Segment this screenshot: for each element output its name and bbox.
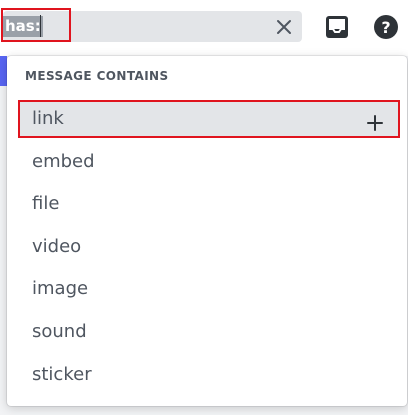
channel-accent-bar <box>0 56 7 86</box>
option-label: sticker <box>32 364 92 385</box>
option-embed[interactable]: embed <box>18 143 400 181</box>
popout-header: MESSAGE CONTAINS <box>25 69 169 83</box>
plus-icon[interactable] <box>366 110 384 131</box>
option-video[interactable]: video <box>18 228 400 266</box>
option-label: sound <box>32 321 87 342</box>
help-icon[interactable]: ? <box>372 13 400 41</box>
option-link[interactable]: link <box>18 100 400 138</box>
option-sticker[interactable]: sticker <box>18 356 400 394</box>
option-label: file <box>32 193 60 214</box>
option-label: embed <box>32 151 95 172</box>
option-image[interactable]: image <box>18 270 400 308</box>
close-icon[interactable] <box>273 16 295 38</box>
option-file[interactable]: file <box>18 185 400 223</box>
highlight-box-token <box>1 8 71 42</box>
option-label: image <box>32 278 89 299</box>
svg-text:?: ? <box>381 18 390 37</box>
option-label: video <box>32 236 82 257</box>
option-label: link <box>32 108 64 129</box>
option-sound[interactable]: sound <box>18 313 400 351</box>
inbox-icon[interactable] <box>323 13 351 41</box>
